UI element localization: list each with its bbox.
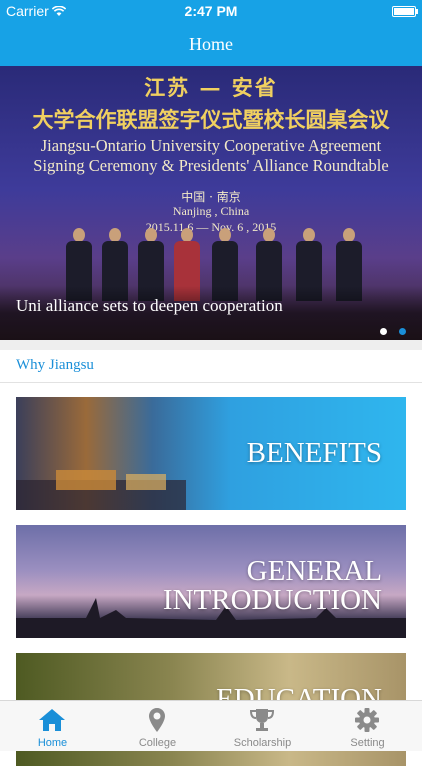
trophy-icon <box>248 707 276 733</box>
carousel-caption[interactable]: Uni alliance sets to deepen cooperation <box>16 296 283 316</box>
card-title-benefits: BENEFITS <box>246 437 382 469</box>
home-icon <box>38 707 66 733</box>
section-divider <box>0 340 422 350</box>
tab-scholarship[interactable]: Scholarship <box>210 701 315 751</box>
tab-setting[interactable]: Setting <box>315 701 420 751</box>
section-label: Why Jiangsu <box>16 357 94 373</box>
card-title-general-line2: INTRODUCTION <box>162 584 382 616</box>
benefits-card[interactable]: BENEFITS <box>16 397 406 510</box>
section-header: Why Jiangsu <box>0 350 422 383</box>
tab-label-college: College <box>138 737 177 749</box>
location-pin-icon <box>143 707 171 733</box>
tab-home[interactable]: Home <box>0 701 105 751</box>
status-bar: Carrier 2:47 PM <box>0 0 422 22</box>
gear-icon <box>353 707 381 733</box>
tab-label-setting: Setting <box>350 737 385 749</box>
tab-college[interactable]: College <box>105 701 210 751</box>
tab-label-home: Home <box>37 737 68 749</box>
banner-text-cn-1: 江苏 — 安省 <box>144 75 278 100</box>
page-dot-1[interactable] <box>379 328 387 335</box>
banner-text-cn-2: 大学合作联盟签字仪式暨校长圆桌会议 <box>32 107 390 132</box>
tab-label-scholarship: Scholarship <box>233 737 292 749</box>
banner-location-cn: 中国 · 南京 <box>181 190 241 204</box>
battery-icon <box>392 6 418 17</box>
page-dot-2[interactable] <box>399 328 406 335</box>
page-title: Home <box>189 34 233 54</box>
banner-text-en-2: Signing Ceremony & Presidents' Alliance … <box>33 156 389 175</box>
banner-text-en-1: Jiangsu-Ontario University Cooperative A… <box>40 136 382 155</box>
status-time: 2:47 PM <box>184 3 238 19</box>
page-indicator[interactable] <box>372 322 406 340</box>
general-introduction-card[interactable]: GENERAL INTRODUCTION <box>16 525 406 638</box>
card-title-general-line1: GENERAL <box>246 555 382 587</box>
tab-bar: Home College Scholarship Setting <box>0 700 422 751</box>
news-carousel[interactable]: 江苏 — 安省 大学合作联盟签字仪式暨校长圆桌会议 Jiangsu-Ontari… <box>0 66 422 340</box>
navigation-bar: Home <box>0 22 422 66</box>
